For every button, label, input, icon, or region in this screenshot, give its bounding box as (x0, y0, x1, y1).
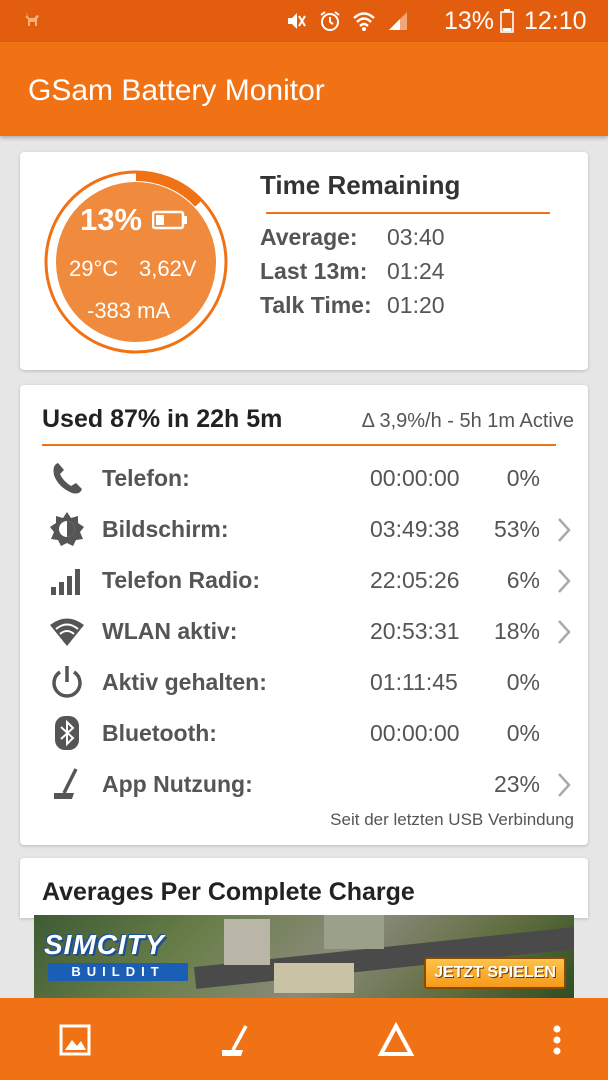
usage-row-bluetooth[interactable]: Bluetooth: 00:00:00 0% (20, 710, 588, 756)
usage-title: Used 87% in 22h 5m (42, 405, 283, 433)
ad-logo-title: SIMCITY (44, 929, 165, 960)
ad-cta-button[interactable]: JETZT SPIELEN (424, 957, 566, 989)
ad-building (324, 915, 384, 949)
usage-label: WLAN aktiv: (102, 618, 238, 644)
usage-row-app-nutzung[interactable]: App Nutzung: 23% (20, 761, 588, 807)
usage-time: 03:49:38 (370, 516, 460, 542)
usage-row-wlan[interactable]: WLAN aktiv: 20:53:31 18% (20, 608, 588, 654)
time-remaining-value: 03:40 (387, 224, 445, 250)
battery-summary-card[interactable]: 13% 29°C 3,62V -383 mA Time Remaining Av… (20, 152, 588, 370)
gauge-percent: 13% (80, 202, 143, 237)
ad-logo-subtitle: BUILDIT (48, 963, 188, 981)
gauge-temperature: 29°C (69, 256, 119, 281)
image-icon[interactable] (55, 1020, 95, 1060)
app-usage-icon[interactable] (215, 1020, 255, 1060)
ad-banner[interactable]: SIMCITY BUILDIT JETZT SPIELEN (34, 915, 574, 998)
signal-icon (389, 12, 407, 30)
app-bar: GSam Battery Monitor (0, 42, 608, 136)
usage-percent: 53% (493, 516, 540, 542)
usage-row-aktiv-gehalten[interactable]: Aktiv gehalten: 01:11:45 0% (20, 659, 588, 705)
time-remaining-title: Time Remaining (260, 170, 461, 200)
usage-time: 00:00:00 (370, 465, 460, 491)
usage-rate: Δ 3,9%/h - 5h 1m Active (361, 410, 574, 432)
usage-percent: 0% (506, 720, 540, 746)
status-time: 12:10 (524, 7, 587, 35)
signal-bars-icon (51, 569, 80, 595)
averages-card[interactable]: Averages Per Complete Charge (20, 858, 588, 918)
delta-icon[interactable] (376, 1020, 416, 1060)
usage-row-telefon[interactable]: Telefon: 00:00:00 0% (20, 455, 588, 501)
status-bar: 13% 12:10 (0, 0, 608, 42)
usage-label: Aktiv gehalten: (102, 669, 267, 695)
more-vert-icon[interactable] (537, 1020, 577, 1060)
usage-percent: 18% (493, 618, 540, 644)
usage-label: Telefon: (102, 465, 190, 491)
ad-building (224, 919, 270, 965)
time-remaining-label: Talk Time: (260, 292, 372, 318)
gauge-current: -383 mA (87, 298, 171, 323)
alarm-icon (320, 11, 340, 31)
chevron-right-icon[interactable] (556, 771, 572, 799)
usage-label: Bildschirm: (102, 516, 229, 542)
battery-gauge[interactable]: 13% 29°C 3,62V -383 mA (42, 168, 230, 356)
mute-icon (288, 13, 306, 29)
usage-card: Used 87% in 22h 5m Δ 3,9%/h - 5h 1m Acti… (20, 385, 588, 845)
time-remaining-value: 01:20 (387, 292, 445, 318)
usage-footnote: Seit der letzten USB Verbindung (330, 810, 574, 829)
deer-icon (25, 12, 39, 26)
brightness-icon (50, 512, 84, 546)
usage-label: Bluetooth: (102, 720, 217, 746)
divider (266, 212, 550, 214)
time-remaining-label: Last 13m: (260, 258, 368, 284)
usage-time: 20:53:31 (370, 618, 460, 644)
usage-label: App Nutzung: (102, 771, 253, 797)
bottom-bar (0, 998, 608, 1080)
wifi-icon (353, 12, 375, 31)
bluetooth-icon (55, 716, 79, 750)
phone-icon (53, 463, 82, 494)
time-remaining-label: Average: (260, 224, 358, 250)
usage-row-telefon-radio[interactable]: Telefon Radio: 22:05:26 6% (20, 557, 588, 603)
status-battery-percent: 13% (444, 7, 495, 35)
usage-percent: 23% (493, 771, 540, 797)
chevron-right-icon[interactable] (556, 618, 572, 646)
battery-icon (500, 9, 514, 33)
usage-time: 01:11:45 (370, 669, 458, 695)
usage-time: 00:00:00 (370, 720, 460, 746)
usage-label: Telefon Radio: (102, 567, 261, 593)
ad-building (274, 963, 354, 993)
battery-icon (152, 210, 187, 230)
chevron-right-icon[interactable] (556, 516, 572, 544)
usage-percent: 0% (506, 465, 540, 491)
usage-time: 22:05:26 (370, 567, 460, 593)
usage-percent: 0% (506, 669, 540, 695)
time-remaining-value: 01:24 (387, 258, 445, 284)
usage-row-bildschirm[interactable]: Bildschirm: 03:49:38 53% (20, 506, 588, 552)
usage-percent: 6% (506, 567, 540, 593)
averages-title: Averages Per Complete Charge (42, 878, 415, 906)
app-usage-icon (54, 768, 78, 799)
gauge-voltage: 3,62V (139, 256, 197, 281)
power-icon (52, 666, 82, 698)
chevron-right-icon[interactable] (556, 567, 572, 595)
app-title: GSam Battery Monitor (28, 74, 325, 107)
wifi-icon (50, 618, 84, 646)
divider (42, 444, 556, 446)
